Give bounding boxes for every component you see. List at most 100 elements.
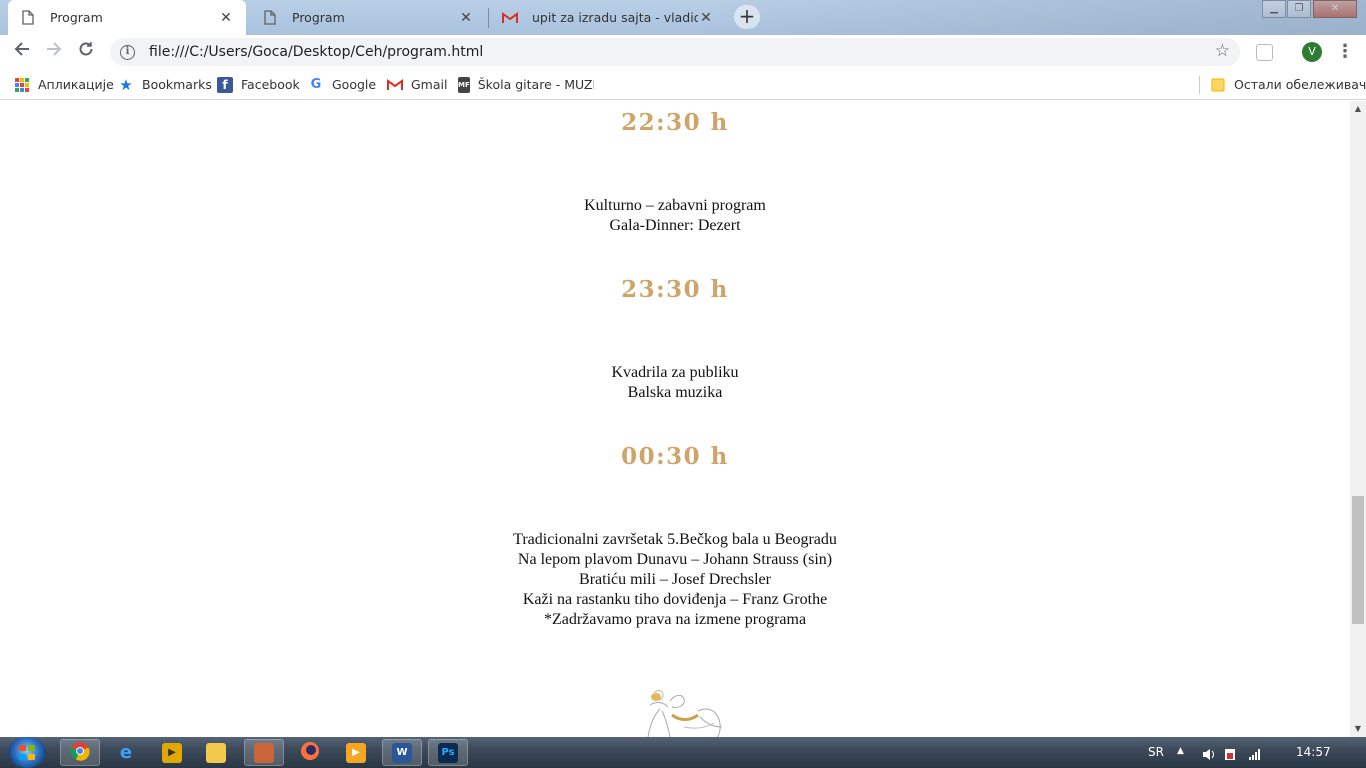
- bookmark-label: Google: [332, 77, 377, 92]
- new-tab-button[interactable]: +: [734, 5, 760, 29]
- taskbar-explorer[interactable]: [196, 739, 236, 766]
- bookmark-gmail[interactable]: Gmail: [387, 76, 447, 93]
- reload-icon[interactable]: [74, 40, 98, 64]
- volume-icon[interactable]: [1202, 746, 1216, 760]
- program-block: Kulturno – zabavni program Gala-Dinner: …: [0, 196, 1350, 236]
- bookmark-divider: [1199, 76, 1200, 94]
- video-player-icon: ▶: [346, 742, 366, 763]
- forward-arrow-icon[interactable]: [42, 40, 66, 64]
- bookmarks-bar: Апликације ★ Bookmarks f Facebook G Goog…: [0, 69, 1366, 100]
- browser-toolbar: i file:///C:/Users/Goca/Desktop/Ceh/prog…: [0, 35, 1366, 69]
- windows-logo-icon: [19, 745, 35, 760]
- vertical-scrollbar[interactable]: ▲ ▼: [1350, 101, 1366, 737]
- bookmark-skola-gitare[interactable]: MF Škola gitare - MUZIC: [458, 76, 594, 93]
- bookmark-bookmarks[interactable]: ★ Bookmarks: [118, 75, 212, 94]
- bookmark-label: Gmail: [411, 77, 448, 92]
- action-center-icon[interactable]: [1224, 746, 1238, 760]
- profile-avatar[interactable]: V: [1302, 42, 1322, 62]
- folder-icon: [1210, 77, 1226, 93]
- tab-close-button[interactable]: ✕: [218, 10, 234, 26]
- start-button[interactable]: [8, 737, 46, 768]
- apps-grid-icon: [14, 77, 30, 93]
- tray-expand-icon[interactable]: ▲: [1177, 746, 1191, 759]
- close-window-button[interactable]: ✕: [1313, 0, 1357, 18]
- tab-program[interactable]: Program ✕: [250, 0, 486, 35]
- taskbar-video[interactable]: ▶: [336, 739, 376, 766]
- gmail-icon: [387, 77, 403, 93]
- program-line: *Zadržavamo prava na izmene programa: [543, 611, 807, 628]
- scroll-thumb[interactable]: [1352, 496, 1364, 624]
- address-bar[interactable]: i file:///C:/Users/Goca/Desktop/Ceh/prog…: [110, 38, 1240, 66]
- tab-title: Program: [292, 10, 345, 25]
- presentation-icon: [254, 742, 274, 763]
- chrome-icon: [70, 741, 90, 765]
- program-block: Kvadrila za publiku Balska muzika: [0, 363, 1350, 403]
- taskbar-photoshop[interactable]: Ps: [428, 739, 468, 766]
- tab-gmail[interactable]: upit za izradu sajta - vladica.aleks ✕: [490, 0, 726, 35]
- tab-close-button[interactable]: ✕: [698, 10, 714, 26]
- bookmark-label: Škola gitare - MUZIC: [477, 77, 594, 92]
- taskbar-chrome[interactable]: [60, 739, 100, 766]
- document-icon: [20, 10, 36, 26]
- program-time: 23:30 h: [621, 276, 729, 303]
- program-block: Tradicionalni završetak 5.Bečkog bala u …: [0, 530, 1350, 630]
- taskbar-media[interactable]: ▶: [152, 739, 192, 766]
- program-line: Bratiću mili – Josef Drechsler: [579, 571, 771, 588]
- program-line: Kvadrila za publiku: [611, 364, 739, 381]
- bookmark-apps[interactable]: Апликације: [14, 76, 114, 93]
- internet-explorer-icon: e: [119, 741, 133, 763]
- menu-dots-icon[interactable]: ⋮: [1336, 40, 1354, 64]
- program-line: Tradicionalni završetak 5.Bečkog bala u …: [513, 531, 837, 548]
- document-icon: [262, 10, 278, 26]
- dancing-couple-illustration: [647, 690, 723, 737]
- bookmark-label: Bookmarks: [142, 77, 212, 92]
- clock[interactable]: 14:57: [1296, 745, 1331, 759]
- extension-icon[interactable]: [1256, 44, 1273, 61]
- language-indicator[interactable]: SR: [1148, 745, 1164, 759]
- tab-strip: Program ✕ Program ✕ upit za izradu sajta…: [0, 0, 1366, 35]
- gmail-icon: [502, 10, 518, 26]
- page-content: 22:30 h Kulturno – zabavni program Gala-…: [0, 101, 1350, 737]
- facebook-icon: f: [217, 76, 233, 93]
- taskbar-word[interactable]: W: [382, 739, 422, 766]
- taskbar-internet-explorer[interactable]: e: [106, 739, 146, 766]
- photoshop-icon: Ps: [438, 742, 458, 763]
- program-line: Kaži na rastanku tiho doviđenja – Franz …: [522, 591, 828, 608]
- tab-title: upit za izradu sajta - vladica.aleks: [532, 10, 698, 25]
- program-line: Gala-Dinner: Dezert: [609, 217, 741, 234]
- mf-icon: MF: [458, 76, 470, 93]
- scroll-up-arrow-icon[interactable]: ▲: [1350, 101, 1366, 117]
- star-icon: ★: [119, 75, 133, 94]
- minimize-button[interactable]: ▁: [1262, 0, 1286, 18]
- program-time: 00:30 h: [621, 443, 729, 470]
- bookmark-label: Апликације: [38, 77, 114, 92]
- bookmark-google[interactable]: G Google: [308, 76, 376, 93]
- bookmark-facebook[interactable]: f Facebook: [217, 76, 300, 93]
- url-text[interactable]: file:///C:/Users/Goca/Desktop/Ceh/progra…: [149, 44, 483, 60]
- bookmark-label: Facebook: [241, 77, 300, 92]
- program-line: Balska muzika: [627, 384, 723, 401]
- folder-icon: [206, 742, 226, 763]
- windows-taskbar: e ▶ ▶ W Ps SR ▲ 14:57: [0, 737, 1366, 768]
- google-icon: G: [310, 77, 322, 92]
- program-time: 22:30 h: [621, 109, 729, 136]
- scroll-down-arrow-icon[interactable]: ▼: [1350, 721, 1366, 737]
- firefox-icon: [300, 741, 320, 765]
- network-signal-icon[interactable]: [1248, 746, 1262, 760]
- tab-title: Program: [50, 10, 103, 25]
- tab-close-button[interactable]: ✕: [458, 10, 474, 26]
- info-icon[interactable]: i: [120, 44, 135, 60]
- back-arrow-icon[interactable]: [10, 40, 34, 64]
- bookmark-label: Остали обележивачи: [1234, 77, 1366, 92]
- taskbar-presentation[interactable]: [244, 739, 284, 766]
- bookmark-other-folder[interactable]: Остали обележивачи: [1210, 76, 1366, 93]
- tab-divider: [488, 8, 489, 28]
- word-icon: W: [392, 742, 412, 763]
- taskbar-firefox[interactable]: [290, 739, 330, 766]
- program-line: Kulturno – zabavni program: [584, 197, 766, 214]
- maximize-button[interactable]: ❐: [1287, 0, 1311, 18]
- tab-program-active[interactable]: Program ✕: [8, 0, 246, 35]
- program-line: Na lepom plavom Dunavu – Johann Strauss …: [517, 551, 833, 568]
- bookmark-star-icon[interactable]: ☆: [1215, 41, 1230, 61]
- media-player-icon: ▶: [162, 742, 182, 763]
